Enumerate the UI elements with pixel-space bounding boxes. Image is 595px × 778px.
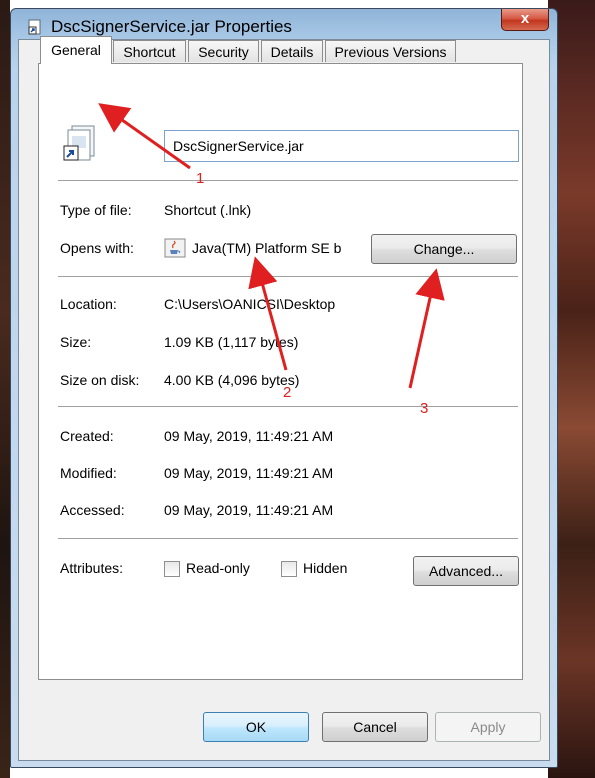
- type-of-file-label: Type of file:: [60, 202, 132, 218]
- created-label: Created:: [60, 428, 114, 444]
- location-value: C:\Users\OANICSI\Desktop: [164, 296, 336, 312]
- created-value: 09 May, 2019, 11:49:21 AM: [164, 428, 334, 444]
- size-value: 1.09 KB (1,117 bytes): [164, 334, 299, 350]
- tab-security[interactable]: Security: [188, 40, 259, 62]
- title-bar[interactable]: DscSignerService.jar Properties x: [11, 9, 557, 39]
- annotation-marker-1: 1: [196, 170, 205, 187]
- separator: [58, 276, 518, 277]
- change-button-label: Change...: [413, 241, 475, 257]
- cancel-button-label: Cancel: [353, 719, 397, 735]
- opens-with-label: Opens with:: [60, 240, 134, 256]
- separator: [58, 406, 518, 407]
- tab-general-label: General: [51, 42, 101, 58]
- desktop-wallpaper-left: [0, 0, 10, 778]
- modified-label: Modified:: [60, 465, 117, 481]
- tab-shortcut-label: Shortcut: [123, 44, 176, 60]
- java-cup-icon: [164, 238, 186, 258]
- modified-value: 09 May, 2019, 11:49:21 AM: [164, 465, 334, 481]
- tab-security-label: Security: [198, 44, 249, 60]
- size-label: Size:: [60, 334, 92, 350]
- hidden-checkbox[interactable]: [281, 561, 297, 577]
- annotation-marker-2: 2: [283, 384, 292, 401]
- location-label: Location:: [60, 296, 117, 312]
- ok-button[interactable]: OK: [203, 712, 309, 742]
- opens-with-value: Java(TM) Platform SE b: [192, 240, 342, 256]
- shortcut-file-icon: [62, 124, 98, 164]
- close-button[interactable]: x: [501, 9, 549, 31]
- apply-button-label: Apply: [470, 719, 506, 735]
- accessed-value: 09 May, 2019, 11:49:21 AM: [164, 502, 334, 518]
- attributes-label: Attributes:: [60, 560, 124, 576]
- change-button[interactable]: Change...: [371, 234, 517, 264]
- close-icon: x: [520, 10, 530, 27]
- tab-shortcut[interactable]: Shortcut: [113, 40, 186, 62]
- cancel-button[interactable]: Cancel: [322, 712, 428, 742]
- window-title: DscSignerService.jar Properties: [51, 17, 292, 36]
- type-of-file-value: Shortcut (.lnk): [164, 202, 252, 218]
- advanced-button[interactable]: Advanced...: [413, 556, 519, 586]
- size-on-disk-value: 4.00 KB (4,096 bytes): [164, 372, 300, 388]
- tab-previous-versions[interactable]: Previous Versions: [325, 40, 456, 62]
- read-only-label[interactable]: Read-only: [186, 560, 250, 576]
- hidden-label[interactable]: Hidden: [303, 560, 347, 576]
- tab-general[interactable]: General: [40, 36, 112, 64]
- separator: [58, 538, 518, 539]
- read-only-checkbox[interactable]: [164, 561, 180, 577]
- tab-details-label: Details: [270, 44, 314, 60]
- file-name-input[interactable]: [164, 130, 519, 162]
- tab-details[interactable]: Details: [261, 40, 323, 62]
- apply-button[interactable]: Apply: [435, 712, 541, 742]
- advanced-button-label: Advanced...: [429, 563, 503, 579]
- ok-button-label: OK: [245, 719, 267, 735]
- annotation-marker-3: 3: [420, 400, 429, 417]
- separator: [58, 180, 518, 181]
- accessed-label: Accessed:: [60, 502, 125, 518]
- tab-previous-versions-label: Previous Versions: [334, 44, 447, 60]
- shortcut-file-icon: [27, 19, 43, 35]
- size-on-disk-label: Size on disk:: [60, 372, 140, 388]
